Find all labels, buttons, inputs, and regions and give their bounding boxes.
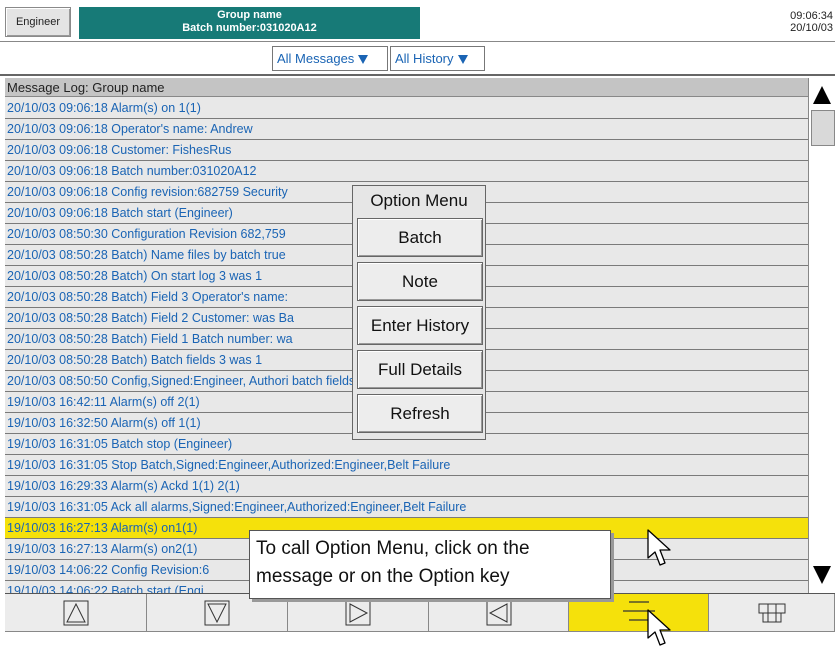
clock-time: 09:06:34 bbox=[790, 10, 833, 22]
clock-date: 20/10/03 bbox=[790, 22, 833, 34]
option-note-button[interactable]: Note bbox=[357, 262, 483, 301]
option-refresh-button[interactable]: Refresh bbox=[357, 394, 483, 433]
triangle-up-icon bbox=[63, 600, 88, 625]
grid-key[interactable] bbox=[709, 594, 835, 632]
option-key[interactable] bbox=[569, 594, 709, 632]
history-filter-dropdown[interactable]: All History bbox=[390, 46, 485, 71]
group-name-label: Group name bbox=[217, 9, 282, 21]
option-batch-button[interactable]: Batch bbox=[357, 218, 483, 257]
messages-filter-dropdown[interactable]: All Messages bbox=[272, 46, 388, 71]
log-row[interactable]: 19/10/03 16:29:33 Alarm(s) Ackd 1(1) 2(1… bbox=[5, 476, 808, 497]
grid-icon bbox=[758, 603, 785, 622]
pointer-cursor-icon bbox=[647, 609, 671, 646]
scroll-up-arrow-icon[interactable] bbox=[809, 82, 835, 106]
triangle-right-icon bbox=[345, 600, 371, 625]
log-row[interactable]: 20/10/03 09:06:18 Operator's name: Andre… bbox=[5, 119, 808, 140]
triangle-left-icon bbox=[486, 600, 511, 625]
left-key[interactable] bbox=[429, 594, 569, 632]
log-row[interactable]: 20/10/03 09:06:18 Customer: FishesRus bbox=[5, 140, 808, 161]
history-filter-label: All History bbox=[395, 51, 454, 66]
log-row[interactable]: 19/10/03 16:31:05 Ack all alarms,Signed:… bbox=[5, 497, 808, 518]
chevron-down-icon bbox=[457, 55, 468, 64]
up-key[interactable] bbox=[5, 594, 147, 632]
hint-line-2: message or on the Option key bbox=[256, 566, 510, 587]
scroll-thumb[interactable] bbox=[811, 110, 835, 146]
right-key[interactable] bbox=[288, 594, 429, 632]
engineer-button[interactable]: Engineer bbox=[5, 7, 71, 37]
hint-callout: To call Option Menu, click on the messag… bbox=[249, 530, 611, 599]
option-menu: Option Menu Batch Note Enter History Ful… bbox=[352, 185, 486, 440]
triangle-down-icon bbox=[204, 600, 230, 625]
option-enter-history-button[interactable]: Enter History bbox=[357, 306, 483, 345]
clock: 09:06:34 20/10/03 bbox=[790, 10, 833, 34]
log-row[interactable]: 20/10/03 09:06:18 Alarm(s) on 1(1) bbox=[5, 98, 808, 119]
option-menu-title: Option Menu bbox=[370, 191, 468, 210]
log-row[interactable]: 19/10/03 16:31:05 Stop Batch,Signed:Engi… bbox=[5, 455, 808, 476]
content-divider bbox=[0, 74, 835, 76]
log-scrollbar[interactable] bbox=[808, 78, 835, 595]
header-divider bbox=[0, 41, 835, 42]
group-title-box: Group name Batch number:031020A12 bbox=[79, 7, 420, 39]
messages-filter-label: All Messages bbox=[277, 51, 355, 66]
down-key[interactable] bbox=[147, 594, 288, 632]
message-log-header: Message Log: Group name bbox=[5, 78, 808, 97]
option-full-details-button[interactable]: Full Details bbox=[357, 350, 483, 389]
log-row[interactable]: 20/10/03 09:06:18 Batch number:031020A12 bbox=[5, 161, 808, 182]
pointer-cursor-icon bbox=[647, 529, 671, 566]
hint-line-1: To call Option Menu, click on the bbox=[256, 538, 530, 559]
scroll-down-arrow-icon[interactable] bbox=[809, 564, 835, 588]
chevron-down-icon bbox=[358, 55, 369, 64]
batch-number-label: Batch number:031020A12 bbox=[182, 22, 317, 34]
